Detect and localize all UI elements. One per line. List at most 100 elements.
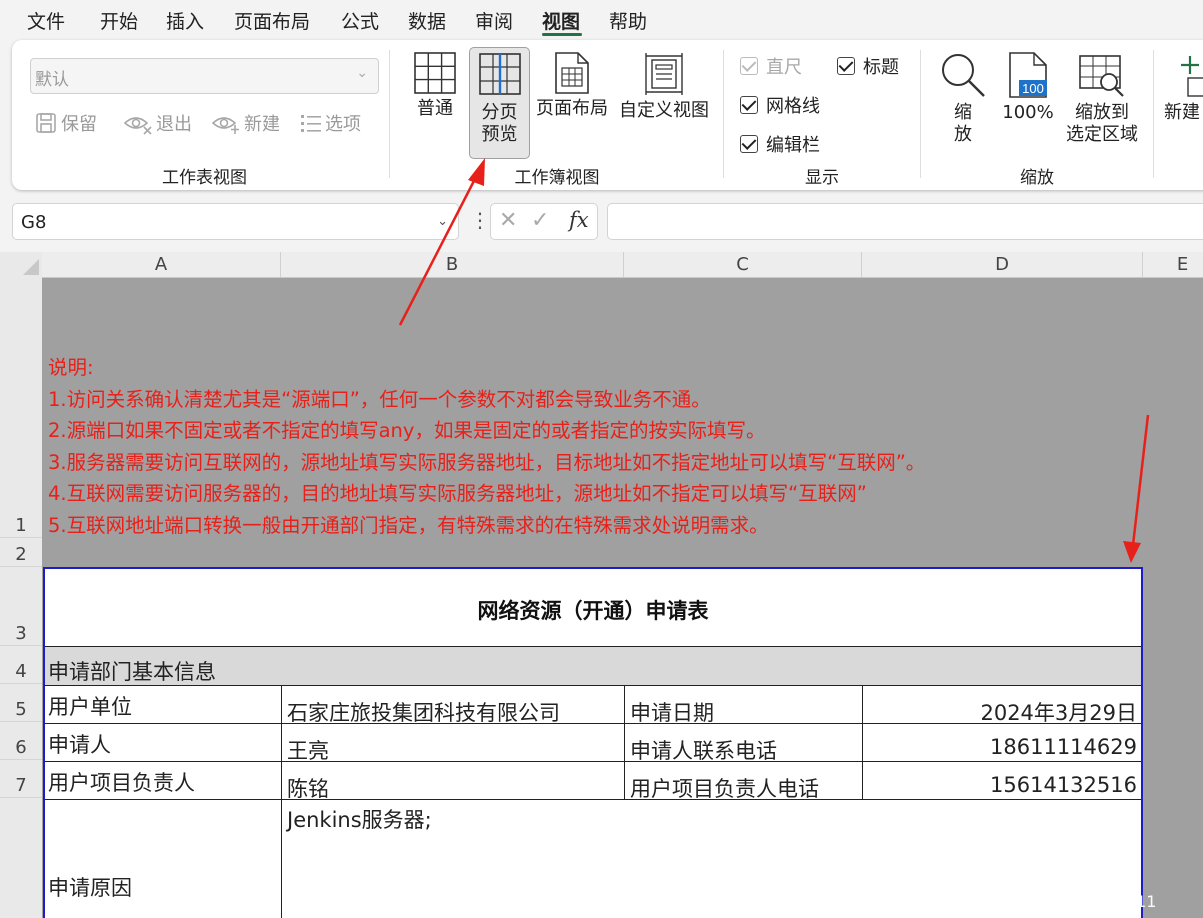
reason-value[interactable]: Jenkins服务器; — [287, 804, 432, 834]
column-header-c[interactable]: C — [624, 252, 862, 278]
project-manager-phone-value[interactable]: 15614132516 — [990, 773, 1137, 797]
apply-date-value[interactable]: 2024年3月29日 — [980, 697, 1137, 727]
project-manager-value[interactable]: 陈铭 — [287, 773, 329, 803]
page-layout-view-button[interactable]: 页面布局 — [534, 52, 610, 120]
menu-page-layout[interactable]: 页面布局 — [234, 7, 310, 34]
sheet-view-select[interactable]: 默认 ⌄ — [30, 58, 379, 94]
row-header-3[interactable]: 3 — [0, 567, 42, 646]
ruler-label: 直尺 — [766, 57, 802, 78]
zoom-button[interactable]: 缩 放 — [938, 52, 988, 146]
function-icon[interactable]: fx — [569, 208, 589, 232]
exit-view-button[interactable]: 退出 — [123, 110, 192, 136]
chevron-down-icon: ⌄ — [356, 65, 368, 81]
name-box-value: G8 — [21, 212, 47, 233]
row-header-5[interactable]: 5 — [0, 684, 42, 722]
row-header-8[interactable] — [0, 798, 42, 918]
formula-bar-label: 编辑栏 — [766, 135, 820, 156]
note-line-2: 2.源端口如果不固定或者不指定的填写any，如果是固定的或者指定的按实际填写。 — [48, 419, 766, 442]
view-options-button[interactable]: 选项 — [300, 110, 361, 136]
menu-file[interactable]: 文件 — [27, 7, 65, 34]
sheet-view-group-label: 工作表视图 — [162, 168, 247, 188]
project-manager-phone-label[interactable]: 用户项目负责人电话 — [630, 773, 819, 803]
save-icon — [36, 113, 56, 133]
row-header-2[interactable]: 2 — [0, 538, 42, 567]
form-title: 网络资源（开通）申请表 — [477, 599, 709, 623]
apply-date-label[interactable]: 申请日期 — [630, 697, 714, 727]
page-100-icon-text: 100 — [1022, 81, 1044, 96]
select-all-corner[interactable] — [0, 252, 42, 278]
row-header-1[interactable]: 1 — [0, 278, 42, 538]
border-line — [45, 646, 1141, 647]
applicant-value[interactable]: 王亮 — [287, 735, 329, 765]
menu-home[interactable]: 开始 — [100, 7, 138, 34]
name-box[interactable]: G8 ⌄ — [12, 203, 459, 240]
applicant-label[interactable]: 申请人 — [48, 729, 111, 759]
view-options-label: 选项 — [325, 114, 361, 135]
workbook-view-group-label: 工作簿视图 — [514, 168, 600, 188]
reason-label[interactable]: 申请原因 — [48, 872, 132, 902]
check-icon[interactable]: ✓ — [531, 208, 549, 233]
instructions-note: 说明: 1.访问关系确认清楚尤其是“源端口”，任何一个参数不对都会导致业务不通。… — [48, 352, 925, 541]
menu-review[interactable]: 审阅 — [475, 7, 513, 34]
menu-help[interactable]: 帮助 — [609, 7, 647, 34]
keep-view-button[interactable]: 保留 — [34, 110, 97, 136]
new-view-button[interactable]: 新建 — [211, 110, 280, 136]
page-layout-view-label: 页面布局 — [536, 98, 608, 119]
border-line — [281, 685, 282, 918]
active-tab-indicator — [542, 33, 582, 36]
zoom-selection-icon — [1079, 55, 1124, 97]
formula-controls: ✕ ✓ fx — [490, 203, 598, 240]
new-view-label: 新建 — [244, 114, 280, 135]
applicant-phone-value[interactable]: 18611114629 — [990, 735, 1137, 759]
more-icon[interactable]: ⋮ — [470, 208, 490, 232]
custom-views-button[interactable]: 自定义视图 — [616, 52, 712, 122]
menu-insert[interactable]: 插入 — [166, 7, 204, 34]
gridlines-checkbox[interactable]: 网格线 — [740, 92, 820, 118]
headings-label: 标题 — [863, 57, 899, 78]
menu-data[interactable]: 数据 — [408, 7, 446, 34]
note-title: 说明: — [48, 356, 94, 379]
keep-view-label: 保留 — [61, 114, 97, 135]
normal-view-button[interactable]: 普通 — [408, 52, 462, 120]
applicant-phone-label[interactable]: 申请人联系电话 — [630, 735, 777, 765]
new-window-icon — [1181, 56, 1203, 97]
formula-input[interactable] — [607, 203, 1203, 240]
exit-view-label: 退出 — [156, 114, 192, 135]
border-line — [45, 685, 1141, 686]
column-header-b[interactable]: B — [281, 252, 624, 278]
grid-icon — [414, 52, 456, 94]
page-break-icon — [479, 53, 521, 95]
headings-checkbox[interactable]: 标题 — [837, 53, 899, 79]
column-header-d[interactable]: D — [862, 252, 1143, 278]
page-break-preview-button[interactable]: 分页 预览 — [469, 47, 530, 159]
checkbox-checked-icon — [740, 57, 758, 75]
checkbox-checked-icon — [740, 135, 758, 153]
border-line — [624, 685, 625, 799]
project-manager-label[interactable]: 用户项目负责人 — [48, 767, 195, 797]
row-header-6[interactable]: 6 — [0, 722, 42, 760]
checkbox-checked-icon — [740, 96, 758, 114]
zoom-100-button[interactable]: 100 100% — [1002, 52, 1054, 124]
column-header-a[interactable]: A — [42, 252, 281, 278]
user-unit-value[interactable]: 石家庄旅投集团科技有限公司 — [287, 697, 560, 727]
formula-bar-checkbox[interactable]: 编辑栏 — [740, 131, 820, 157]
page-layout-icon — [555, 52, 589, 94]
ribbon-separator — [389, 50, 390, 178]
row-header-7[interactable]: 7 — [0, 760, 42, 798]
cancel-icon[interactable]: ✕ — [499, 208, 517, 233]
magnifier-icon — [942, 54, 985, 97]
column-header-e[interactable]: E — [1143, 252, 1203, 278]
list-icon — [301, 115, 321, 132]
zoom-selection-label-line2: 选定区域 — [1066, 124, 1138, 145]
note-line-3: 3.服务器需要访问互联网的，源地址填写实际服务器地址，目标地址如不指定地址可以填… — [48, 450, 926, 474]
new-window-button[interactable]: 新建 — [1164, 52, 1203, 124]
ruler-checkbox[interactable]: 直尺 — [740, 53, 802, 79]
menu-formulas[interactable]: 公式 — [341, 7, 379, 34]
user-unit-label[interactable]: 用户单位 — [48, 691, 132, 721]
border-line — [45, 761, 1141, 762]
ribbon-separator — [723, 50, 724, 178]
zoom-to-selection-button[interactable]: 缩放到 选定区域 — [1060, 52, 1144, 146]
border-line — [45, 723, 1141, 724]
row-header-4[interactable]: 4 — [0, 646, 42, 684]
menu-view[interactable]: 视图 — [542, 7, 580, 34]
